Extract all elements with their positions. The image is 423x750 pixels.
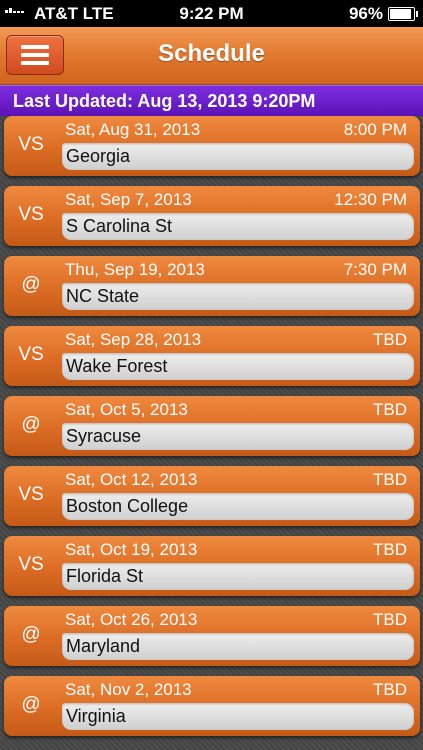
opponent-name: NC State: [66, 286, 140, 306]
game-row[interactable]: VS Sat, Oct 12, 2013 TBD Boston College: [4, 466, 420, 526]
opponent-panel: Wake Forest: [62, 353, 414, 380]
game-row[interactable]: @ Sat, Oct 5, 2013 TBD Syracuse: [4, 396, 420, 456]
opponent-panel: Georgia: [62, 143, 414, 170]
opponent-panel: Florida St: [62, 563, 414, 590]
game-time: TBD: [373, 540, 407, 559]
game-time: TBD: [373, 330, 407, 349]
game-time: TBD: [373, 610, 407, 629]
nav-bar: Schedule: [0, 27, 423, 85]
opponent-name: S Carolina St: [66, 216, 173, 236]
battery-percent: 96%: [348, 4, 383, 23]
opponent-panel: Boston College: [62, 493, 414, 520]
game-date: Thu, Sep 19, 2013: [65, 260, 205, 279]
game-row[interactable]: VS Sat, Sep 7, 2013 12:30 PM S Carolina St: [4, 186, 420, 246]
home-away-indicator: VS: [18, 554, 44, 575]
game-row[interactable]: VS Sat, Sep 28, 2013 TBD Wake Forest: [4, 326, 420, 386]
home-away-indicator: @: [21, 624, 41, 645]
home-away-indicator: VS: [18, 344, 44, 365]
opponent-name: Virginia: [66, 706, 126, 726]
game-time: 12:30 PM: [334, 190, 407, 209]
opponent-panel: NC State: [62, 283, 414, 310]
opponent-name: Maryland: [66, 636, 141, 656]
game-row[interactable]: @ Sat, Nov 2, 2013 TBD Virginia: [4, 676, 420, 736]
game-time: TBD: [373, 470, 407, 489]
game-date: Sat, Oct 19, 2013: [65, 540, 198, 559]
home-away-indicator: VS: [18, 134, 44, 155]
home-away-indicator: @: [21, 694, 41, 715]
game-time: 8:00 PM: [343, 120, 407, 139]
opponent-panel: Virginia: [62, 703, 414, 730]
game-date: Sat, Oct 12, 2013: [65, 470, 198, 489]
game-time: TBD: [373, 400, 407, 419]
home-away-indicator: VS: [18, 484, 44, 505]
opponent-name: Wake Forest: [66, 356, 168, 376]
game-time: TBD: [373, 680, 407, 699]
game-date: Sat, Sep 7, 2013: [65, 190, 192, 209]
game-date: Sat, Oct 5, 2013: [65, 400, 188, 419]
opponent-panel: S Carolina St: [62, 213, 414, 240]
game-date: Sat, Oct 26, 2013: [65, 610, 198, 629]
opponent-name: Georgia: [66, 146, 131, 166]
home-away-indicator: @: [21, 414, 41, 435]
game-row[interactable]: @ Thu, Sep 19, 2013 7:30 PM NC State: [4, 256, 420, 316]
opponent-panel: Maryland: [62, 633, 414, 660]
status-bar: AT&T LTE 9:22 PM 96%: [0, 0, 423, 27]
game-date: Sat, Nov 2, 2013: [65, 680, 192, 699]
opponent-panel: Syracuse: [62, 423, 414, 450]
game-row[interactable]: @ Sat, Oct 26, 2013 TBD Maryland: [4, 606, 420, 666]
game-date: Sat, Aug 31, 2013: [65, 120, 201, 139]
game-row[interactable]: VS Sat, Aug 31, 2013 8:00 PM Georgia: [4, 116, 420, 176]
home-away-indicator: VS: [18, 204, 44, 225]
game-date: Sat, Sep 28, 2013: [65, 330, 202, 349]
battery-icon: [388, 7, 418, 21]
game-row[interactable]: VS Sat, Oct 19, 2013 TBD Florida St: [4, 536, 420, 596]
opponent-name: Syracuse: [66, 426, 142, 446]
last-updated-text: Last Updated: Aug 13, 2013 9:20PM: [13, 91, 316, 111]
game-time: 7:30 PM: [343, 260, 407, 279]
last-updated-banner: Last Updated: Aug 13, 2013 9:20PM: [0, 85, 423, 116]
home-away-indicator: @: [21, 274, 41, 295]
opponent-name: Florida St: [66, 566, 144, 586]
opponent-name: Boston College: [66, 496, 189, 516]
page-title: Schedule: [158, 40, 265, 67]
